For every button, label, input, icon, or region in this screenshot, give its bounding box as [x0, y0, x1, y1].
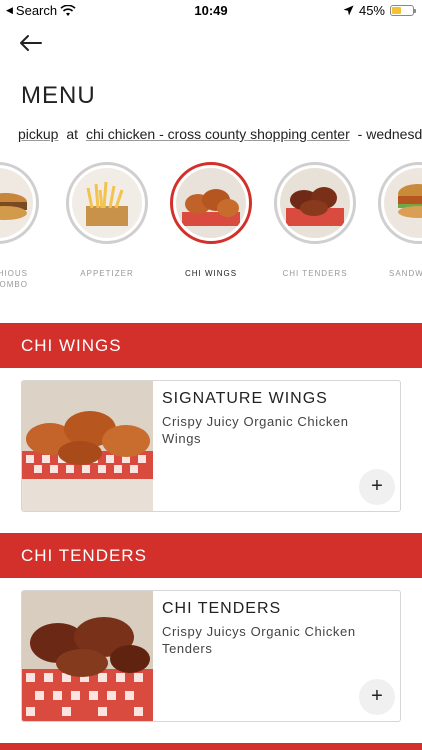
tenders-photo	[280, 168, 350, 238]
category-label: APPETIZER	[80, 269, 134, 278]
category-label: CHI WINGS	[184, 269, 238, 278]
category-chi-tenders-ring[interactable]	[274, 162, 356, 244]
section-header-chi-tenders: CHI TENDERS	[0, 533, 422, 578]
arrow-left-icon	[20, 35, 42, 51]
battery-level-fill	[392, 7, 401, 14]
item-name: SIGNATURE WINGS	[162, 390, 328, 407]
menu-item-card[interactable]: CHI TENDERS Crispy Juicys Organic Chicke…	[21, 590, 401, 722]
combo-photo	[0, 168, 33, 238]
sandwich-photo	[384, 168, 422, 238]
category-appetizer[interactable]: APPETIZER	[65, 162, 149, 279]
next-section-header-edge	[0, 743, 422, 750]
category-chi-tenders[interactable]: CHI TENDERS	[273, 162, 357, 279]
order-location-link[interactable]: chi chicken - cross county shopping cent…	[86, 126, 350, 142]
category-combo[interactable]: CHIOUS COMBO	[0, 162, 40, 290]
add-item-button[interactable]: +	[359, 679, 395, 715]
status-bar: ◀ Search 10:49 45%	[0, 0, 422, 22]
chi-tenders-photo	[22, 591, 153, 721]
category-label: SANDW WRA	[389, 269, 422, 278]
signature-wings-photo	[22, 381, 153, 511]
battery-charging-icon	[390, 5, 416, 16]
order-separator: -	[357, 126, 363, 142]
order-mode-link[interactable]: pickup	[18, 126, 58, 142]
item-description: Crispy Juicys Organic Chicken Tenders	[162, 624, 356, 656]
page-title: MENU	[21, 82, 96, 109]
category-sandwiches-ring[interactable]	[378, 162, 422, 244]
add-item-button[interactable]: +	[359, 469, 395, 505]
menu-item-card[interactable]: SIGNATURE WINGS Crispy Juicy Organic Chi…	[21, 380, 401, 512]
item-description: Crispy Juicy Organic Chicken Wings	[162, 414, 349, 446]
order-info: pickup at chi chicken - cross county sho…	[18, 126, 422, 142]
section-header-chi-wings: CHI WINGS	[0, 323, 422, 368]
back-button[interactable]	[18, 30, 44, 56]
category-label: CHI TENDERS	[282, 269, 348, 278]
category-combo-ring[interactable]	[0, 162, 39, 244]
status-right: 45%	[343, 3, 416, 18]
order-day-link[interactable]: wednesday	[366, 126, 422, 142]
location-arrow-icon	[343, 5, 354, 16]
fries-photo	[72, 168, 142, 238]
order-at-text: at	[66, 126, 79, 142]
wings-photo	[176, 168, 246, 238]
category-carousel[interactable]: CHIOUS COMBO APPETIZER	[0, 162, 422, 292]
category-label: CHIOUS COMBO	[0, 269, 28, 289]
category-appetizer-ring[interactable]	[66, 162, 148, 244]
category-chi-wings[interactable]: CHI WINGS	[169, 162, 253, 279]
item-name: CHI TENDERS	[162, 600, 282, 617]
category-sandwiches[interactable]: SANDW WRA	[377, 162, 422, 279]
category-chi-wings-ring[interactable]	[170, 162, 252, 244]
battery-percent: 45%	[358, 3, 385, 18]
